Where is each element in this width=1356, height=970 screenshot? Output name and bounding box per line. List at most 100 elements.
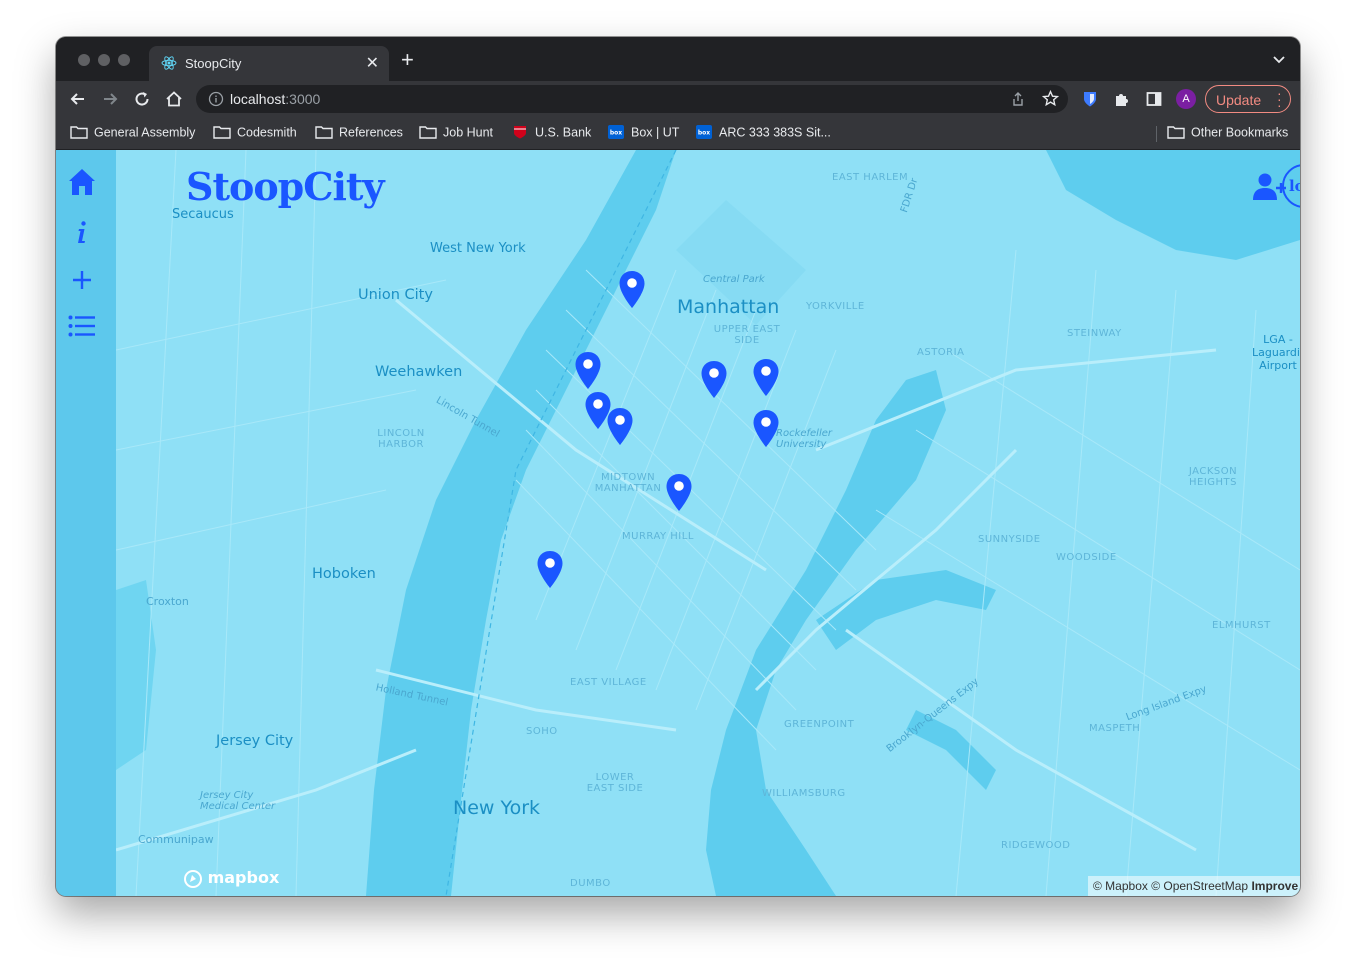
extensions-puzzle-icon[interactable]	[1112, 89, 1132, 109]
map-label-soho: SOHO	[526, 726, 558, 737]
usbank-shield-icon	[514, 125, 526, 139]
mapbox-logo-icon	[184, 869, 202, 888]
map-label-elmhurst: ELMHURST	[1212, 620, 1271, 631]
map-label-maspeth: MASPETH	[1089, 723, 1141, 734]
forward-icon[interactable]	[100, 89, 120, 109]
box-icon: box	[696, 124, 712, 139]
bookmarks-separator	[1156, 126, 1157, 142]
map-label-croxton: Croxton	[146, 595, 189, 608]
update-button[interactable]: Update · · ·	[1205, 85, 1291, 113]
map-label-communipaw: Communipaw	[138, 833, 214, 846]
stoop-marker[interactable]	[752, 358, 780, 398]
url-text: localhost:3000	[230, 91, 321, 107]
svg-text:box: box	[698, 129, 710, 136]
home-icon[interactable]	[66, 166, 98, 198]
map-label-yorkville: YORKVILLE	[806, 301, 865, 312]
profile-avatar[interactable]: A	[1176, 89, 1196, 109]
map-label-manhattan: Manhattan	[677, 296, 780, 318]
folder-icon	[213, 126, 231, 139]
tab-stoopcity[interactable]: StoopCity ✕	[149, 46, 389, 81]
new-tab-button[interactable]: +	[401, 49, 414, 71]
bookmark-us-bank[interactable]: U.S. Bank	[511, 125, 591, 143]
more-menu-icon[interactable]: · · ·	[1277, 86, 1282, 112]
map-canvas[interactable]: StoopCity Manhattan New York Union City …	[116, 150, 1300, 896]
sidebar	[56, 150, 116, 896]
back-icon[interactable]	[68, 89, 88, 109]
bookmark-codesmith[interactable]: Codesmith	[213, 125, 297, 143]
bookmark-arc-333[interactable]: box ARC 333 383S Sit...	[695, 124, 831, 143]
map-label-jc-medical: Jersey City Medical Center	[200, 790, 276, 812]
side-panel-icon[interactable]	[1144, 89, 1164, 109]
close-tab-icon[interactable]: ✕	[366, 53, 379, 73]
folder-icon	[315, 126, 333, 139]
bookmarks-bar: General Assembly Codesmith References Jo…	[56, 118, 1300, 150]
map-label-west-new-york: West New York	[430, 241, 526, 256]
chevron-down-icon[interactable]	[1272, 53, 1286, 67]
address-bar[interactable]: localhost:3000	[196, 85, 1068, 113]
map-label-murray-hill: MURRAY HILL	[622, 531, 694, 542]
box-icon: box	[608, 124, 624, 139]
star-icon[interactable]	[1042, 90, 1059, 107]
stoop-marker[interactable]	[665, 473, 693, 513]
list-icon[interactable]	[66, 310, 98, 342]
bookmark-general-assembly[interactable]: General Assembly	[70, 125, 195, 143]
stoop-marker[interactable]	[618, 270, 646, 310]
map-label-sunnyside: SUNNYSIDE	[978, 534, 1041, 545]
minimize-window-button[interactable]	[98, 54, 110, 66]
stoop-marker[interactable]	[700, 360, 728, 400]
map-label-jersey-city: Jersey City	[216, 733, 294, 749]
map-base-layer	[116, 150, 1300, 896]
map-label-rockefeller: Rockefeller University	[776, 428, 833, 450]
app-logo[interactable]: StoopCity	[186, 164, 385, 209]
info-icon[interactable]	[66, 216, 98, 248]
map-label-jackson-heights: JACKSON HEIGHTS	[1188, 466, 1238, 488]
home-browser-icon[interactable]	[164, 89, 184, 109]
map-label-midtown: MIDTOWN MANHATTAN	[594, 472, 662, 494]
react-icon	[161, 56, 177, 70]
bookmark-other-bookmarks[interactable]: Other Bookmarks	[1167, 125, 1288, 143]
map-label-williamsburg: WILLIAMSBURG	[762, 788, 846, 799]
browser-toolbar: localhost:3000 A Update · · ·	[56, 81, 1300, 118]
map-label-lincoln-harbor: LINCOLN HARBOR	[377, 428, 425, 450]
map-attribution: © Mapbox © OpenStreetMap Improve this ma…	[1088, 876, 1300, 896]
map-label-lower-east-side: LOWER EAST SIDE	[586, 772, 644, 794]
page-content: StoopCity Manhattan New York Union City …	[56, 150, 1300, 896]
map-label-upper-east-side: UPPER EAST SIDE	[713, 324, 781, 346]
bitwarden-icon[interactable]	[1080, 89, 1100, 109]
map-label-hoboken: Hoboken	[312, 566, 376, 582]
stoop-marker[interactable]	[536, 550, 564, 590]
close-window-button[interactable]	[78, 54, 90, 66]
bookmark-box-ut[interactable]: box Box | UT	[607, 124, 679, 143]
share-icon[interactable]	[1010, 91, 1026, 107]
map-label-dumbo: DUMBO	[570, 878, 611, 889]
browser-window: StoopCity ✕ + localhost:3000 A Update · …	[56, 37, 1300, 896]
map-label-woodside: WOODSIDE	[1056, 552, 1117, 563]
bookmark-job-hunt[interactable]: Job Hunt	[419, 125, 493, 143]
folder-icon	[1167, 126, 1185, 139]
map-label-astoria: ASTORIA	[917, 347, 965, 358]
map-label-lga: LGA - Laguardia Airport	[1252, 333, 1300, 372]
stoop-marker[interactable]	[574, 351, 602, 391]
svg-text:box: box	[610, 129, 622, 136]
reload-icon[interactable]	[132, 89, 152, 109]
map-label-east-harlem: EAST HARLEM	[832, 172, 909, 183]
maximize-window-button[interactable]	[118, 54, 130, 66]
map-label-new-york: New York	[453, 797, 541, 819]
add-icon[interactable]	[66, 264, 98, 296]
stoop-marker[interactable]	[752, 409, 780, 449]
map-label-ridgewood: RIDGEWOOD	[1001, 840, 1071, 851]
improve-map-link[interactable]: Improve this map	[1251, 879, 1300, 893]
map-label-central-park: Central Park	[703, 274, 765, 285]
mapbox-logo[interactable]: mapbox	[184, 868, 279, 888]
tab-strip: StoopCity ✕ +	[56, 37, 1300, 81]
map-label-steinway: STEINWAY	[1067, 328, 1122, 339]
info-circle-icon[interactable]	[208, 91, 224, 107]
map-label-union-city: Union City	[358, 287, 433, 303]
map-label-secaucus: Secaucus	[172, 207, 234, 222]
bookmark-references[interactable]: References	[315, 125, 403, 143]
stoop-marker[interactable]	[606, 407, 634, 447]
tab-title: StoopCity	[185, 56, 242, 71]
attribution-text[interactable]: © Mapbox © OpenStreetMap	[1093, 879, 1248, 893]
map-label-greenpoint: GREENPOINT	[784, 719, 855, 730]
map-label-weehawken: Weehawken	[375, 364, 463, 380]
